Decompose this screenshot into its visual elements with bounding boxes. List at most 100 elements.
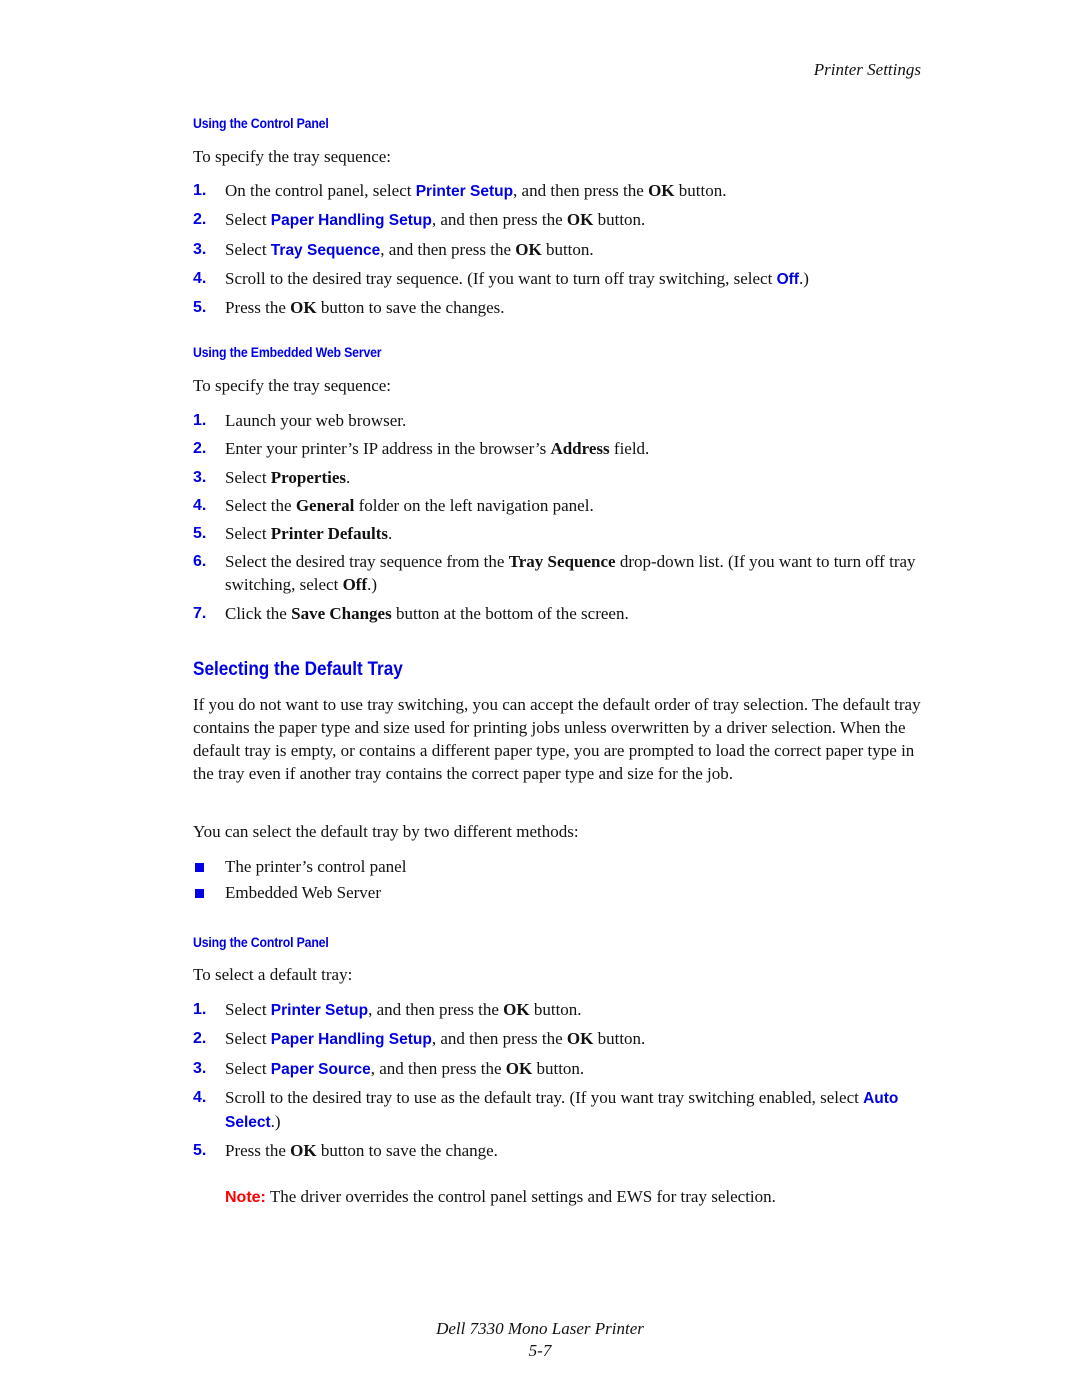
step-text: Select	[225, 1058, 271, 1078]
subhead-control-panel-1: Using the Control Panel	[193, 115, 329, 131]
step-item: 3. Select Paper Source, and then press th…	[193, 1057, 923, 1081]
step-number: 3.	[193, 468, 207, 486]
section-heading-default-tray: Selecting the Default Tray	[193, 658, 403, 680]
method-item: Embedded Web Server	[193, 881, 923, 904]
step-number: 5.	[193, 1142, 207, 1160]
note-text: The driver overrides the control panel s…	[265, 1187, 776, 1206]
step-text: .)	[270, 1111, 281, 1131]
bullet-square-icon	[195, 863, 204, 872]
step-text: Select the	[225, 495, 296, 515]
step-number: 5.	[193, 299, 207, 317]
emphasized-term: Tray Sequence	[508, 552, 616, 572]
emphasized-term: General	[295, 495, 355, 515]
step-number: 3.	[193, 1059, 207, 1077]
step-text: button.	[541, 239, 594, 259]
step-text: .)	[367, 575, 378, 595]
step-text: On the control panel, select	[225, 181, 416, 200]
step-text: Select	[225, 1000, 271, 1019]
step-text: Select	[225, 239, 271, 259]
emphasized-term: OK	[290, 298, 317, 318]
emphasized-term: OK	[566, 210, 594, 230]
note: Note: The driver overrides the control p…	[225, 1187, 776, 1207]
steps-list-control-panel-2: 1. Select Printer Setup, and then press t…	[193, 998, 923, 1167]
step-text: Select the desired tray sequence from th…	[225, 552, 509, 572]
emphasized-term: Printer Defaults	[270, 524, 389, 544]
step-number: 2.	[193, 211, 207, 229]
step-text: , and then press the	[368, 1000, 504, 1019]
step-item: 5. Press the OK button to save the change…	[193, 1139, 923, 1162]
step-text: button.	[593, 1029, 646, 1049]
step-text: Scroll to the desired tray to use as the…	[225, 1087, 864, 1107]
step-text: Click the	[225, 603, 292, 623]
footer-product-name: Dell 7330 Mono Laser Printer	[436, 1319, 644, 1338]
step-number: 5.	[193, 525, 207, 543]
step-text: button at the bottom of the screen.	[391, 603, 629, 623]
step-number: 4.	[193, 1088, 207, 1106]
step-number: 1.	[193, 412, 207, 429]
step-item: 1. Select Printer Setup, and then press t…	[193, 998, 923, 1022]
step-number: 1.	[193, 182, 207, 199]
step-item: 2. Select Paper Handling Setup, and then …	[193, 1027, 923, 1051]
step-number: 6.	[193, 553, 207, 571]
footer-page-number: 5-7	[528, 1341, 552, 1360]
step-number: 7.	[193, 604, 207, 622]
steps-list-control-panel-1: 1. On the control panel, select Printer S…	[193, 179, 923, 324]
emphasized-term: Save Changes	[291, 603, 392, 623]
running-header: Printer Settings	[813, 60, 921, 79]
step-item: 1. On the control panel, select Printer S…	[193, 179, 923, 203]
emphasized-term: OK	[290, 1141, 317, 1161]
intro-tray-sequence-2: To specify the tray sequence:	[193, 376, 392, 395]
step-text: Select	[225, 467, 271, 487]
emphasized-term: OK	[566, 1029, 594, 1049]
methods-intro: You can select the default tray by two d…	[193, 822, 579, 841]
step-text: Launch your web browser.	[225, 411, 407, 430]
step-item: 1. Launch your web browser.	[193, 409, 923, 432]
step-text: Select	[225, 524, 271, 544]
step-item: 6. Select the desired tray sequence from …	[193, 550, 923, 596]
emphasized-term: OK	[503, 1000, 530, 1019]
step-number: 4.	[193, 496, 207, 514]
intro-select-default-tray: To select a default tray:	[193, 965, 353, 984]
step-text: folder on the left navigation panel.	[354, 495, 594, 515]
step-text: button to save the change.	[316, 1141, 498, 1161]
step-text: , and then press the	[431, 210, 567, 230]
menu-option-name: Paper Handling Setup	[270, 1031, 432, 1049]
step-text: , and then press the	[380, 239, 516, 259]
step-number: 2.	[193, 1030, 207, 1048]
page-footer: Dell 7330 Mono Laser Printer 5-7	[0, 1318, 1080, 1362]
menu-option-name: Paper Source	[270, 1060, 371, 1078]
method-item: The printer’s control panel	[193, 855, 923, 878]
step-text: Press the	[225, 1141, 291, 1161]
menu-option-name: Off	[776, 270, 799, 288]
step-text: .	[388, 524, 393, 544]
emphasized-term: Properties	[270, 467, 347, 487]
step-item: 3. Select Properties.	[193, 466, 923, 489]
step-text: , and then press the	[513, 181, 649, 200]
menu-option-name: Paper Handling Setup	[270, 212, 432, 230]
step-number: 4.	[193, 269, 207, 287]
emphasized-term: OK	[505, 1058, 533, 1078]
step-text: button.	[532, 1058, 585, 1078]
step-text: .)	[798, 268, 809, 288]
step-text: Press the	[225, 298, 291, 318]
step-text: Select	[225, 1029, 271, 1049]
menu-option-name: Tray Sequence	[270, 241, 381, 259]
methods-list: The printer’s control panel Embedded Web…	[193, 855, 923, 907]
default-tray-paragraph: If you do not want to use tray switching…	[193, 695, 921, 783]
step-number: 3.	[193, 240, 207, 258]
step-item: 7. Click the Save Changes button at the b…	[193, 602, 923, 625]
step-text: button.	[674, 181, 727, 200]
step-item: 5. Select Printer Defaults.	[193, 522, 923, 545]
step-item: 2. Enter your printer’s IP address in the…	[193, 437, 923, 460]
bullet-square-icon	[195, 889, 204, 898]
step-text: field.	[609, 439, 650, 459]
step-item: 4. Scroll to the desired tray to use as t…	[193, 1086, 923, 1134]
step-item: 2. Select Paper Handling Setup, and then …	[193, 208, 923, 232]
step-text: Enter your printer’s IP address in the b…	[225, 439, 551, 459]
step-item: 5. Press the OK button to save the change…	[193, 296, 923, 319]
note-label: Note:	[225, 1189, 266, 1206]
menu-option-name: Printer Setup	[270, 1002, 369, 1019]
step-number: 2.	[193, 440, 207, 458]
document-page: Printer Settings Using the Control Panel…	[0, 0, 1080, 1397]
step-text: .	[346, 467, 351, 487]
